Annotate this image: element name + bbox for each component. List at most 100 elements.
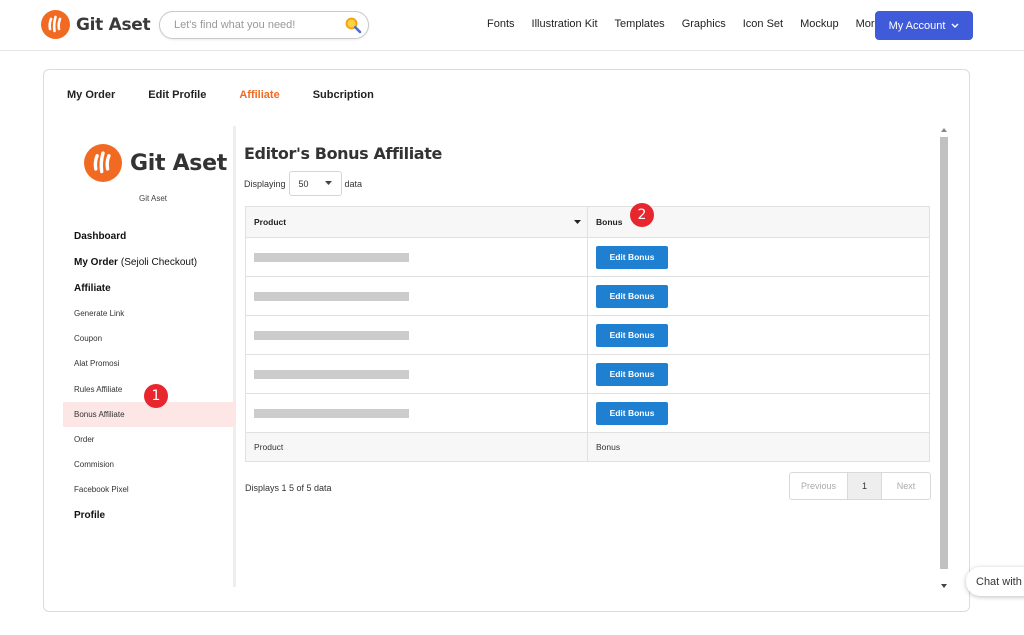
table-row: Edit Bonus: [245, 315, 930, 355]
tab-my-order[interactable]: My Order: [67, 89, 115, 101]
pagination-previous[interactable]: Previous: [790, 473, 848, 499]
sidebar-item-label: Bonus Affiliate: [74, 409, 125, 419]
brand-logo[interactable]: Git Aset: [41, 10, 151, 39]
sidebar-item-generate-link[interactable]: Generate Link: [63, 301, 236, 326]
sidebar-item-sublabel: (Sejoli Checkout): [120, 256, 198, 268]
sidebar-item-label: Facebook Pixel: [74, 485, 129, 495]
page-length-select[interactable]: 50: [288, 171, 342, 196]
sidebar-item-label: Affiliate: [74, 282, 111, 294]
table-row: Edit Bonus: [245, 354, 930, 394]
product-cell: [245, 315, 588, 355]
sidebar-item-my-order[interactable]: My Order (Sejoli Checkout): [63, 249, 236, 275]
displaying-label: Displaying: [244, 178, 286, 189]
product-cell: [245, 354, 588, 394]
column-header-product[interactable]: Product: [245, 206, 588, 238]
sidebar-item-label: Generate Link: [74, 309, 125, 319]
page-title: Editor's Bonus Affiliate: [244, 144, 442, 163]
search-input[interactable]: Let's find what you need!: [174, 19, 295, 31]
caret-down-icon: [324, 181, 332, 185]
edit-bonus-button[interactable]: Edit Bonus: [596, 284, 668, 308]
sidebar-item-facebook-pixel[interactable]: Facebook Pixel: [63, 477, 236, 502]
callout-badge-2: 2: [630, 203, 654, 227]
chat-widget[interactable]: Chat with: [966, 567, 1024, 596]
sidebar-caption: Git Aset: [138, 194, 167, 203]
sidebar-item-label: Coupon: [74, 334, 103, 344]
sidebar-item-coupon[interactable]: Coupon: [63, 326, 236, 351]
column-header-label: Product: [254, 217, 287, 227]
sidebar-brand-name: Git Aset: [130, 150, 227, 176]
table-row: Edit Bonus: [245, 393, 930, 433]
sidebar-item-commision[interactable]: Commision: [63, 452, 236, 477]
table-row: Edit Bonus: [245, 237, 930, 277]
product-placeholder: [254, 252, 409, 262]
sidebar-item-profile[interactable]: Profile: [63, 503, 236, 529]
table-info: Displays 1 5 of 5 data: [245, 483, 332, 493]
main-nav: Fonts Illustration Kit Templates Graphic…: [487, 18, 910, 30]
edit-bonus-button[interactable]: Edit Bonus: [596, 245, 668, 269]
my-account-label: My Account: [888, 19, 946, 32]
pagination: Previous 1 Next: [789, 472, 931, 500]
sidebar-item-label: Order: [74, 435, 95, 445]
logo-mark-icon: [41, 10, 70, 39]
edit-bonus-button[interactable]: Edit Bonus: [596, 323, 668, 347]
column-footer-bonus: Bonus: [587, 432, 930, 462]
account-tabs: My Order Edit Profile Affiliate Subcript…: [67, 89, 407, 101]
content-scrollbar[interactable]: [938, 126, 950, 590]
sort-caret-icon: [574, 220, 581, 224]
nav-graphics[interactable]: Graphics: [682, 18, 726, 30]
pagination-next[interactable]: Next: [882, 473, 930, 499]
sidebar-item-label: Rules Affiliate: [74, 384, 123, 394]
bonus-cell: Edit Bonus: [587, 354, 930, 394]
table-header-row: Product Bonus: [245, 206, 930, 238]
sidebar-menu: Dashboard My Order (Sejoli Checkout) Affi…: [63, 223, 236, 529]
nav-fonts[interactable]: Fonts: [487, 18, 515, 30]
scroll-up-icon[interactable]: [940, 126, 948, 134]
page-length-control: Displaying 50 data: [244, 171, 362, 196]
nav-templates[interactable]: Templates: [615, 18, 665, 30]
chevron-down-icon: [951, 23, 959, 28]
search-box[interactable]: Let's find what you need!: [159, 11, 369, 39]
edit-bonus-button[interactable]: Edit Bonus: [596, 362, 668, 386]
pagination-page-1[interactable]: 1: [848, 473, 882, 499]
product-placeholder: [254, 369, 409, 379]
nav-illustration-kit[interactable]: Illustration Kit: [532, 18, 598, 30]
sidebar-item-alat-promosi[interactable]: Alat Promosi: [63, 351, 236, 376]
sidebar-item-affiliate[interactable]: Affiliate: [63, 275, 236, 301]
my-account-button[interactable]: My Account: [875, 11, 973, 40]
product-cell: [245, 393, 588, 433]
nav-icon-set[interactable]: Icon Set: [743, 18, 783, 30]
sidebar-item-label: My Order: [74, 256, 118, 268]
bonus-cell: Edit Bonus: [587, 276, 930, 316]
top-header: Git Aset Let's find what you need! Fonts…: [0, 0, 1024, 51]
sidebar-item-dashboard[interactable]: Dashboard: [63, 223, 236, 249]
product-placeholder: [254, 408, 409, 418]
nav-mockup[interactable]: Mockup: [800, 18, 839, 30]
bonus-cell: Edit Bonus: [587, 315, 930, 355]
page-length-value: 50: [298, 178, 309, 189]
edit-bonus-button[interactable]: Edit Bonus: [596, 401, 668, 425]
column-header-label: Bonus: [596, 217, 623, 227]
sidebar-item-label: Commision: [74, 460, 115, 470]
bonus-cell: Edit Bonus: [587, 237, 930, 277]
tab-affiliate[interactable]: Affiliate: [239, 89, 279, 101]
account-card: My Order Edit Profile Affiliate Subcript…: [43, 69, 970, 612]
table-footer-row: Product Bonus: [245, 432, 930, 462]
sidebar-item-label: Dashboard: [74, 230, 127, 242]
scroll-down-icon[interactable]: [940, 582, 948, 590]
tab-subcription[interactable]: Subcription: [313, 89, 374, 101]
product-placeholder: [254, 330, 409, 340]
tab-edit-profile[interactable]: Edit Profile: [148, 89, 206, 101]
table-row: Edit Bonus: [245, 276, 930, 316]
bonus-table: Product Bonus Edit Bonus Edit Bonus Edit…: [245, 206, 930, 462]
sidebar-logo: Git Aset: [84, 144, 227, 182]
column-footer-product: Product: [245, 432, 588, 462]
brand-name: Git Aset: [76, 14, 151, 35]
callout-badge-1: 1: [144, 384, 168, 408]
sidebar: Git Aset Git Aset Dashboard My Order (Sej…: [63, 126, 236, 587]
logo-mark-icon: [84, 144, 122, 182]
product-cell: [245, 237, 588, 277]
sidebar-item-order[interactable]: Order: [63, 427, 236, 452]
product-placeholder: [254, 291, 409, 301]
search-icon[interactable]: [344, 16, 362, 34]
scroll-thumb[interactable]: [940, 137, 948, 569]
